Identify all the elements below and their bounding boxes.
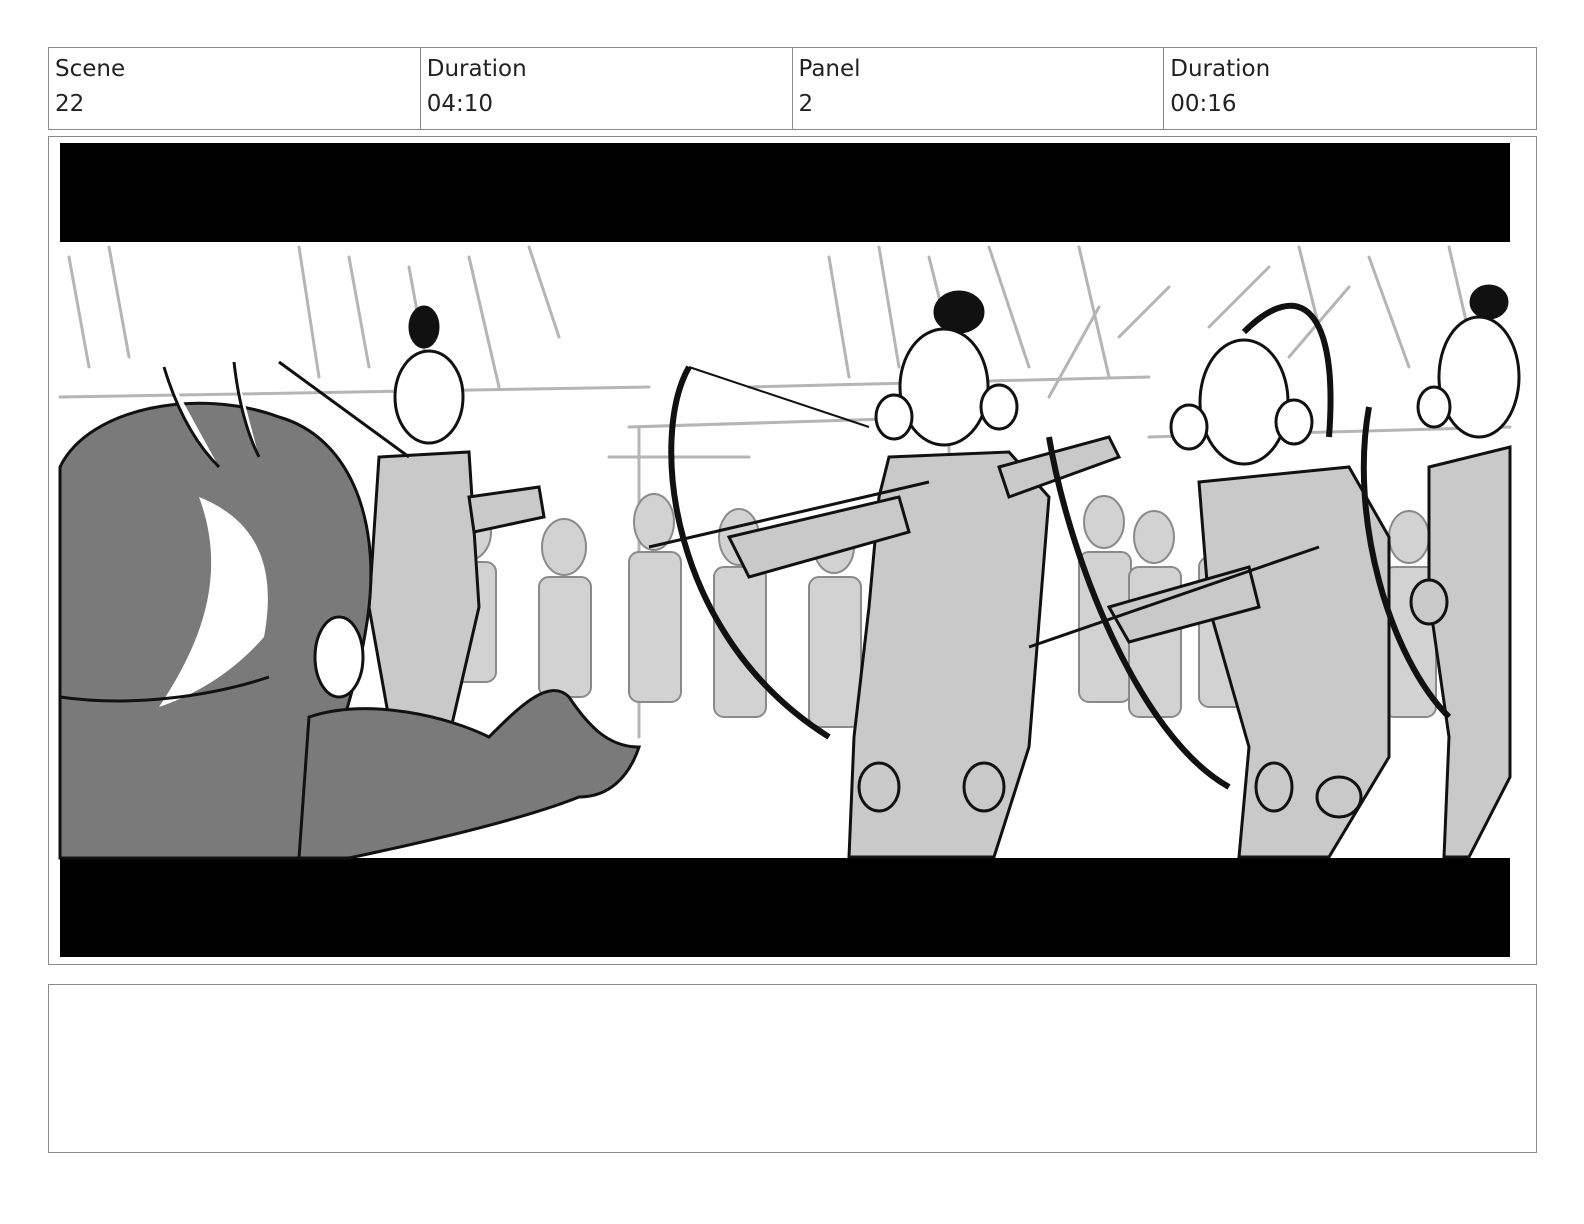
storyboard-header: Scene 22 Duration 04:10 Panel 2 Duration… [48, 47, 1537, 130]
scene-label: Scene [55, 56, 126, 82]
panel-duration-label: Duration [1170, 56, 1271, 82]
scene-duration-label: Duration [426, 56, 527, 82]
scene-duration-value: 04:10 [426, 91, 494, 117]
notes-box [48, 984, 1537, 1153]
panel-cell: Panel 2 [793, 48, 1165, 129]
panel-label: Panel [798, 56, 861, 82]
scene-cell: Scene 22 [49, 48, 421, 129]
panel-duration-cell: Duration 00:16 [1164, 48, 1536, 129]
panel-duration-value: 00:16 [1170, 91, 1237, 117]
scene-value: 22 [55, 91, 85, 117]
storyboard-sketch [58, 143, 1521, 957]
panel-value: 2 [798, 91, 814, 117]
letterbox-bottom [60, 858, 1510, 957]
scene-duration-cell: Duration 04:10 [421, 48, 793, 129]
sketch-scene [58, 242, 1521, 860]
storyboard-frame [48, 136, 1537, 965]
letterbox-top [60, 143, 1510, 242]
